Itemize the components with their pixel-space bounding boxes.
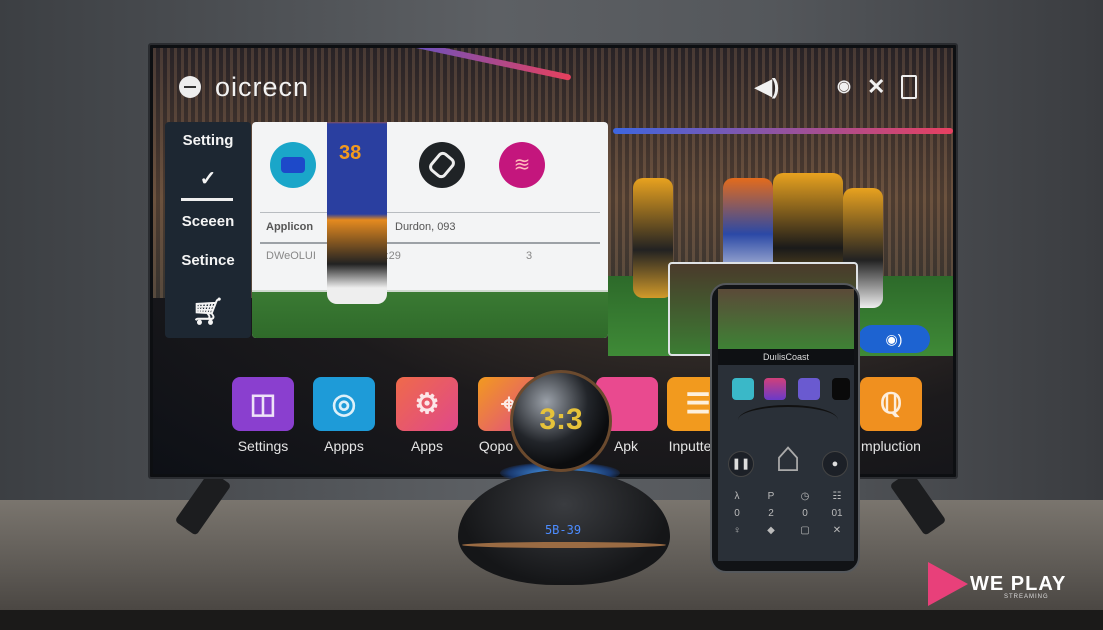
sidebar-item-setting[interactable]: Setting	[165, 132, 251, 149]
key[interactable]: ◆	[756, 525, 786, 536]
app-icon[interactable]	[764, 378, 786, 400]
remote-app: ❚❚ ⌂ ● λ P ◷ ☷ 0 2 0 01 ♀ ◆ ▢ ✕	[718, 365, 854, 561]
player-33: 38	[327, 122, 387, 304]
field-image	[252, 290, 608, 338]
check-icon[interactable]: ✓	[165, 166, 251, 191]
table-edge	[0, 610, 1103, 630]
sidebar: Setting ✓ Sceeen Setince 🛒︎	[165, 122, 251, 338]
cart-icon[interactable]: 🛒︎	[165, 296, 251, 327]
toggle-icon[interactable]	[179, 76, 201, 98]
app-title: oicrecn	[215, 72, 310, 102]
app-label: Appps	[324, 438, 364, 454]
row-1-col-1: Applicon	[266, 221, 314, 233]
key[interactable]: ☷	[822, 491, 852, 502]
row-2-col-2: 3	[526, 250, 533, 262]
key[interactable]: 01	[822, 508, 852, 519]
key[interactable]: P	[756, 491, 786, 502]
sound-icon[interactable]: ◀)	[755, 74, 779, 100]
watermark-brand: WE PLAY	[970, 573, 1067, 595]
row-1-col-2: Durdon, 093	[395, 221, 456, 233]
wifi-app-icon[interactable]: ≋	[499, 142, 545, 188]
phone-app-name: DuılisCoast	[718, 349, 854, 365]
divider	[181, 198, 233, 201]
speaker-display: 5B-39	[544, 523, 582, 537]
pause-button[interactable]: ❚❚	[728, 451, 754, 477]
play-logo-icon	[928, 562, 968, 606]
app-tile-settings[interactable]: ◫	[232, 377, 294, 431]
player	[633, 178, 673, 298]
volume-slider[interactable]	[738, 405, 838, 435]
globe-display: 3:3	[539, 403, 583, 436]
home-app-icon[interactable]	[732, 378, 754, 400]
cast-button[interactable]: ◉)	[858, 325, 930, 353]
gear-icon: ⚙	[414, 388, 440, 419]
key[interactable]: λ	[722, 491, 752, 502]
app-card: ≋ Applicon Durdon, 093 DWeOLUI OOU D 10:…	[252, 122, 608, 338]
smartphone: DuılisCoast ❚❚ ⌂ ● λ P ◷ ☷ 0 2 0 01 ♀ ◆ …	[710, 283, 860, 573]
dark-app-icon[interactable]	[419, 142, 465, 188]
speaker-ring	[462, 542, 666, 548]
key[interactable]: ◷	[790, 491, 820, 502]
stadium-banner	[613, 128, 953, 134]
app-tile-mpluction[interactable]: ℚ	[860, 377, 922, 431]
key[interactable]: 0	[790, 508, 820, 519]
info-button[interactable]: ●	[822, 451, 848, 477]
home-icon[interactable]: ⌂	[766, 435, 810, 479]
phone-icon[interactable]	[901, 75, 917, 99]
app-tile-appps[interactable]: ◎	[313, 377, 375, 431]
blue-app-icon[interactable]	[270, 142, 316, 188]
key[interactable]: 2	[756, 508, 786, 519]
divider	[260, 212, 600, 213]
key[interactable]: ▢	[790, 525, 820, 536]
app-tile-apps[interactable]: ⚙	[396, 377, 458, 431]
close-icon[interactable]: ✕	[867, 74, 885, 100]
app-icon[interactable]	[798, 378, 820, 400]
app-label: Settings	[237, 438, 289, 454]
swirl-icon: ℚ	[879, 388, 903, 419]
app-icon[interactable]	[832, 378, 850, 400]
divider	[260, 242, 600, 244]
key[interactable]: ✕	[822, 525, 852, 536]
watermark-sub: STREAMING	[1004, 594, 1049, 600]
key[interactable]: 0	[722, 508, 752, 519]
phone-video	[718, 289, 854, 349]
sidebar-item-screen[interactable]: Sceeen	[165, 213, 251, 230]
speaker-globe: 3:3	[510, 370, 612, 472]
settings-icon: ◫	[249, 388, 277, 419]
camera-icon: ◎	[331, 388, 357, 419]
record-icon[interactable]: ◉	[837, 76, 851, 96]
key[interactable]: ♀	[722, 525, 752, 536]
sidebar-item-setince[interactable]: Setince	[165, 252, 251, 269]
